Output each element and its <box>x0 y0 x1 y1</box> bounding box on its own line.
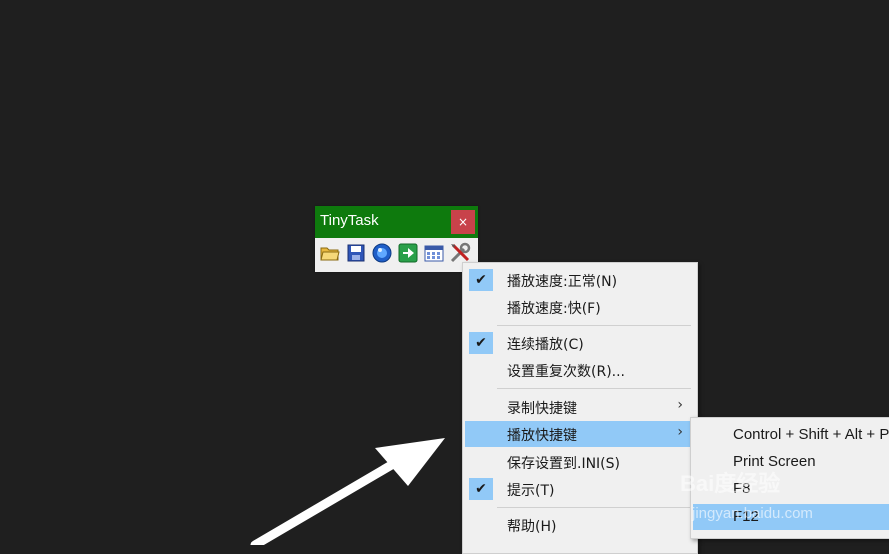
watermark-site: jingyan.baidu.com <box>692 505 813 522</box>
arrow-annotation-icon <box>250 438 445 545</box>
watermark-brand: Bai度经验 <box>680 471 781 496</box>
